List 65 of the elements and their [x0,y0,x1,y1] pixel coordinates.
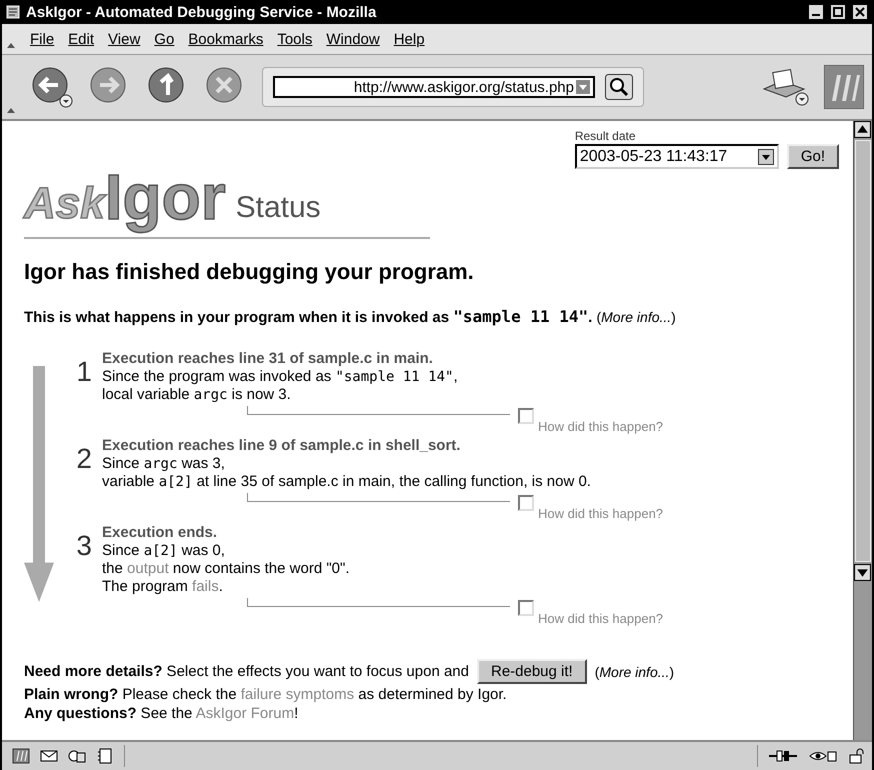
lock-icon [848,748,866,764]
logo-ask-text: Ask [24,179,105,229]
step-text: Since a[2] was 0, [102,542,226,560]
app-icon [6,5,20,19]
step-title: Execution reaches line 31 of sample.c in main. [102,350,434,368]
checkbox-label: How did this happen? [538,418,664,436]
step-text: Since the program was invoked as "sample 11 14", [102,368,459,386]
back-button[interactable] [30,65,74,109]
mozilla-icon[interactable] [12,748,30,764]
footer-text: Plain wrong? Please check the failure symptoms as determined by Igor. [24,686,507,703]
step-title: Execution reaches line 9 of sample.c in shell_sort. [102,437,462,455]
chat-icon[interactable] [68,748,86,764]
page-title: Status [236,191,321,225]
menu-item[interactable]: Edit [68,30,94,48]
down-arrow-icon [24,366,54,602]
step-text: local variable argc is now 3. [102,386,292,404]
text-link[interactable]: fails [192,578,219,595]
printer-icon[interactable] [760,67,810,107]
dropdown-icon[interactable] [576,80,590,94]
checkbox[interactable] [518,495,534,511]
menu-item[interactable]: File [30,30,54,48]
window-title: AskIgor - Automated Debugging Service - Mozilla [26,4,376,20]
step-number: 2 [75,443,92,476]
scroll-up-icon[interactable] [854,121,871,138]
menu-item[interactable]: Window [326,30,380,48]
date-dropdown[interactable]: 2003-05-23 11:43:17 [574,144,779,169]
step-text: variable a[2] at line 35 of sample.c in main, the calling function, is now 0. [102,473,592,491]
connection-icon [768,748,798,764]
menu-item[interactable]: View [108,30,140,48]
more-info-link[interactable]: (More info...) [596,309,676,325]
menu-item[interactable]: Bookmarks [188,30,264,48]
mozilla-logo-icon [824,65,864,109]
menu-item[interactable]: Go [154,30,174,48]
url-field[interactable]: http://www.askigor.org/status.php [273,76,595,98]
heading: Igor has finished debugging your program. [24,259,475,285]
step-number: 1 [75,356,92,389]
mail-icon[interactable] [40,748,58,764]
footer-text: Need more details? Select the effects you want to focus upon and [24,663,469,680]
minimize-button[interactable] [808,4,824,20]
search-button[interactable] [605,74,633,100]
close-button[interactable] [852,4,868,20]
menu-item[interactable]: Tools [277,30,312,48]
step-number: 3 [75,530,92,563]
step-title: Execution ends. [102,524,218,542]
checkbox[interactable] [518,408,534,424]
step-text: The program fails. [102,578,224,596]
maximize-button[interactable] [830,4,846,20]
text-link[interactable]: output [127,560,169,577]
step-text: Since argc was 3, [102,455,226,473]
checkbox[interactable] [518,600,534,616]
checkbox-label: How did this happen? [538,505,664,523]
more-info-link[interactable]: (More info...) [594,664,674,680]
result-date-label: Result date [574,129,637,143]
re-debug-button[interactable]: Re-debug it! [476,659,587,684]
scrollbar[interactable] [853,121,872,740]
intro-text: This is what happens in your program when it is invoked as "sample 11 14". (More info...) [24,307,677,326]
step-text: the output now contains the word "0". [102,560,350,578]
menu-item[interactable]: Help [394,30,425,48]
scroll-down-icon[interactable] [854,564,871,581]
text-link[interactable]: AskIgor Forum [196,705,294,722]
text-link[interactable]: failure symptoms [240,686,354,703]
footer-text: Any questions? See the AskIgor Forum! [24,705,298,722]
notebook-icon[interactable] [96,748,114,764]
go-button[interactable]: Go! [786,144,839,169]
checkbox-label: How did this happen? [538,610,664,628]
